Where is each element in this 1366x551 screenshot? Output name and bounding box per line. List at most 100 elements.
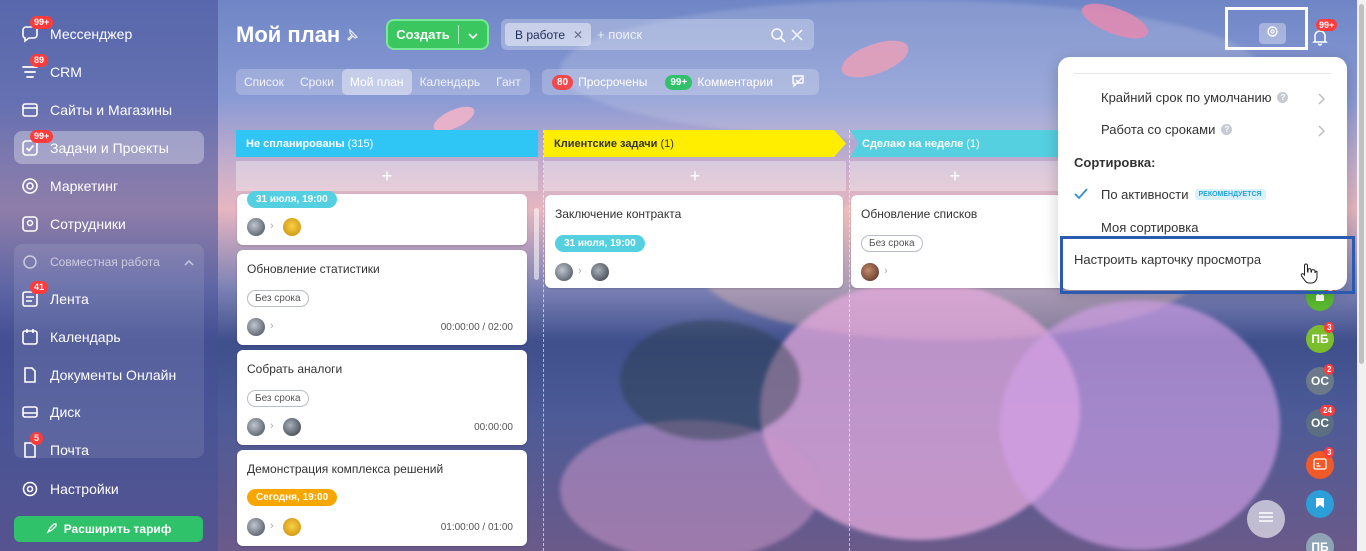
group-title-collaboration[interactable]: Совместная работа — [14, 252, 204, 272]
column-title: Сделаю на неделе — [862, 137, 964, 150]
sidebar-item-sites[interactable]: Сайты и Магазины — [14, 93, 204, 126]
comments-label[interactable]: Комментарии — [697, 75, 773, 89]
recommended-badge: РЕКОМЕНДУЕТСЯ — [1194, 189, 1266, 200]
search-bar[interactable]: В работе ✕ + поиск — [501, 19, 814, 50]
sidebar-item-label: Настройки — [50, 480, 119, 497]
chevron-right-icon: › — [270, 520, 274, 532]
menu-item-label: Работа со сроками — [1101, 122, 1216, 137]
read-all-icon[interactable] — [791, 74, 807, 91]
avatar[interactable] — [283, 518, 301, 536]
badge: 89 — [30, 53, 49, 67]
avatar[interactable] — [283, 218, 301, 236]
chat-avatar[interactable]: ПБ — [1306, 533, 1334, 551]
comments-count[interactable]: 99+ — [665, 74, 693, 90]
chat-button[interactable] — [1247, 500, 1285, 538]
search-icon[interactable] — [770, 27, 786, 43]
sidebar-item-tasks[interactable]: 99+ Задачи и Проекты — [14, 129, 204, 164]
menu-item-sort-activity[interactable]: По активности РЕКОМЕНДУЕТСЯ — [1101, 187, 1266, 202]
menu-item-deadline-work[interactable]: Работа со сроками ? — [1101, 122, 1233, 137]
calendar-icon — [20, 327, 40, 347]
background-flower — [1000, 300, 1280, 550]
avatar[interactable] — [861, 263, 879, 281]
chat-avatar[interactable] — [1306, 490, 1334, 518]
column-header-this-week[interactable]: Сделаю на неделе (1) — [850, 130, 1060, 157]
filter-chip-label: В работе — [515, 27, 566, 42]
sidebar-item-disk[interactable]: Диск — [14, 395, 204, 428]
scrollbar-thumb[interactable] — [1359, 4, 1364, 364]
sidebar-item-feed[interactable]: 41 Лента — [14, 280, 204, 315]
bookmark-icon — [1315, 497, 1325, 512]
sidebar-item-mail[interactable]: 5 Почта — [14, 431, 204, 466]
task-card[interactable]: Демонстрация комплекса решений Сегодня, … — [237, 450, 527, 546]
chevron-right-icon — [1318, 124, 1325, 137]
overdue-label[interactable]: Просрочены — [578, 75, 647, 89]
settings-button[interactable] — [1259, 23, 1286, 44]
sidebar-item-crm[interactable]: 89 CRM — [14, 53, 204, 88]
notifications-badge: 99+ — [1316, 19, 1338, 31]
tab-my-plan[interactable]: Мой план — [341, 69, 412, 95]
column-header-client-tasks[interactable]: Клиентские задачи (1) — [544, 130, 846, 157]
deadline-badge[interactable]: Сегодня, 19:00 — [247, 489, 338, 506]
sidebar-item-label: Документы Онлайн — [50, 366, 177, 383]
task-card[interactable]: Обновление статистики Без срока › 00:00:… — [237, 250, 527, 345]
avatar[interactable] — [591, 263, 609, 281]
menu-item-sort-custom[interactable]: Моя сортировка — [1101, 220, 1198, 235]
add-task-button[interactable]: + — [544, 161, 846, 191]
tab-gantt[interactable]: Гант — [488, 69, 529, 95]
column-title: Не спланированы — [246, 137, 345, 150]
overdue-count[interactable]: 80 — [552, 74, 574, 90]
no-deadline-badge[interactable]: Без срока — [247, 290, 309, 307]
avatar[interactable] — [247, 418, 265, 436]
close-icon[interactable]: ✕ — [573, 28, 583, 42]
task-title[interactable]: Собрать аналоги — [247, 362, 342, 376]
tab-calendar[interactable]: Календарь — [412, 69, 489, 95]
task-card[interactable]: Заключение контракта 31 июля, 19:00 › — [545, 195, 843, 288]
sidebar-item-label: Задачи и Проекты — [50, 139, 169, 156]
tab-list[interactable]: Список — [236, 69, 292, 95]
avatar[interactable] — [283, 418, 301, 436]
pin-icon[interactable] — [345, 28, 359, 42]
background-flower — [560, 420, 820, 551]
task-title[interactable]: Заключение контракта — [555, 207, 681, 221]
deadline-badge[interactable]: 31 июля, 19:00 — [555, 235, 645, 252]
sidebar-item-employees[interactable]: Сотрудники — [14, 207, 204, 240]
chevron-up-icon[interactable] — [184, 255, 194, 269]
no-deadline-badge[interactable]: Без срока — [861, 235, 923, 252]
chevron-right-icon: › — [884, 265, 888, 277]
upgrade-tariff-button[interactable]: Расширить тариф — [14, 516, 203, 542]
task-card[interactable]: 31 июля, 19:00 › — [237, 191, 527, 245]
task-title[interactable]: Демонстрация комплекса решений — [247, 462, 443, 476]
deadline-badge[interactable]: 31 июля, 19:00 — [247, 191, 337, 208]
sidebar-item-messenger[interactable]: 99+ Мессенджер — [14, 15, 204, 50]
sidebar-item-label: Мессенджер — [50, 25, 133, 42]
avatar[interactable] — [247, 218, 265, 236]
task-title[interactable]: Обновление статистики — [247, 262, 380, 276]
task-title[interactable]: Обновление списков — [861, 207, 977, 221]
avatar[interactable] — [247, 518, 265, 536]
no-deadline-badge[interactable]: Без срока — [247, 390, 309, 407]
page-scrollbar[interactable] — [1357, 0, 1366, 551]
filter-chip[interactable]: В работе ✕ — [505, 23, 592, 46]
help-icon[interactable]: ? — [1277, 92, 1289, 103]
sidebar-item-calendar[interactable]: Календарь — [14, 320, 204, 353]
help-icon[interactable]: ? — [1221, 124, 1233, 135]
column-header-unplanned[interactable]: Не спланированы (315) — [236, 130, 538, 157]
column-divider — [849, 130, 850, 551]
sidebar-item-settings[interactable]: Настройки — [14, 472, 204, 505]
time-tracker: 01:00:00 / 01:00 — [440, 522, 513, 533]
sidebar-item-marketing[interactable]: Маркетинг — [14, 169, 204, 202]
add-task-button[interactable]: + — [236, 161, 538, 191]
create-button[interactable]: Создать — [386, 19, 489, 50]
search-input[interactable]: + поиск — [597, 27, 770, 42]
avatar[interactable] — [247, 318, 265, 336]
chevron-right-icon: › — [270, 320, 274, 332]
add-task-button[interactable]: + — [850, 161, 1060, 191]
avatar[interactable] — [555, 263, 573, 281]
chevron-down-icon[interactable] — [459, 28, 487, 42]
menu-item-default-deadline[interactable]: Крайний срок по умолчанию ? — [1101, 90, 1289, 105]
tab-deadlines[interactable]: Сроки — [292, 69, 342, 95]
task-card[interactable]: Собрать аналоги Без срока › 00:00:00 — [237, 350, 527, 445]
sidebar-item-documents[interactable]: Документы Онлайн — [14, 358, 204, 391]
column-scrollbar[interactable] — [534, 208, 539, 280]
clear-icon[interactable] — [790, 28, 804, 42]
